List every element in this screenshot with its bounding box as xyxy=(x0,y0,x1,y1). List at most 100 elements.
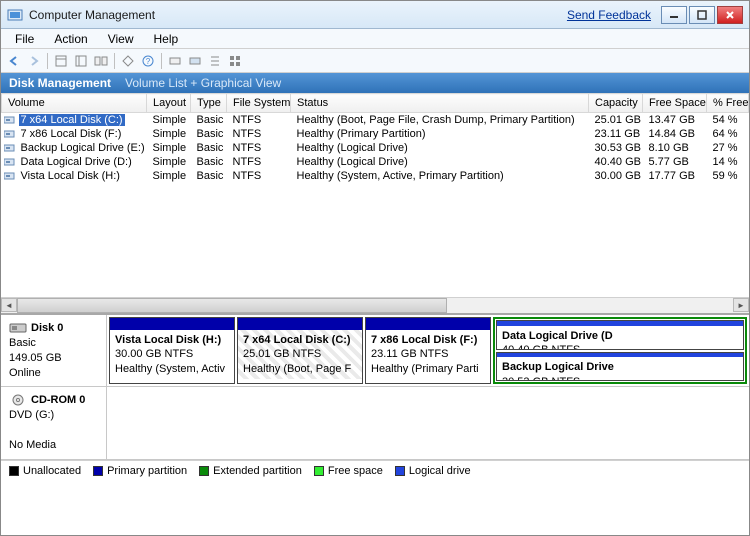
cell-capacity: 25.01 GB xyxy=(589,113,643,128)
cell-status: Healthy (Primary Partition) xyxy=(291,127,589,141)
cell-status: Healthy (Logical Drive) xyxy=(291,155,589,169)
window-title: Computer Management xyxy=(29,8,155,22)
extended-partition-group: Data Logical Drive (D40.40 GB NTFSHealth… xyxy=(493,317,747,384)
cell-layout: Simple xyxy=(147,113,191,128)
section-title: Disk Management xyxy=(9,76,111,90)
legend-item: Logical drive xyxy=(395,465,471,477)
section-header: Disk Management Volume List + Graphical … xyxy=(1,73,749,93)
legend-swatch xyxy=(314,466,324,476)
table-row[interactable]: Data Logical Drive (D:)SimpleBasicNTFSHe… xyxy=(2,155,749,169)
cell-status: Healthy (System, Active, Primary Partiti… xyxy=(291,169,589,183)
menu-view[interactable]: View xyxy=(98,30,144,48)
volume-name: Data Logical Drive (D:) xyxy=(19,156,134,168)
column-layout[interactable]: Layout xyxy=(147,94,191,113)
cell-type: Basic xyxy=(191,169,227,183)
partition[interactable]: Vista Local Disk (H:)30.00 GB NTFSHealth… xyxy=(109,317,235,384)
cell-free: 5.77 GB xyxy=(643,155,707,169)
menu-action[interactable]: Action xyxy=(44,30,97,48)
scroll-right-icon[interactable]: ► xyxy=(733,298,749,312)
partition-label: Vista Local Disk (H:) xyxy=(115,333,229,347)
cell-free: 8.10 GB xyxy=(643,141,707,155)
partition[interactable]: 7 x86 Local Disk (F:)23.11 GB NTFSHealth… xyxy=(365,317,491,384)
minimize-button[interactable] xyxy=(661,6,687,24)
partition-size: 25.01 GB NTFS xyxy=(243,347,357,361)
table-row[interactable]: Backup Logical Drive (E:)SimpleBasicNTFS… xyxy=(2,141,749,155)
menu-file[interactable]: File xyxy=(5,30,44,48)
disk-name: CD-ROM 0 xyxy=(31,394,85,406)
column-type[interactable]: Type xyxy=(191,94,227,113)
back-button[interactable] xyxy=(5,52,23,70)
tool-icon[interactable] xyxy=(226,52,244,70)
legend-swatch xyxy=(93,466,103,476)
cell-type: Basic xyxy=(191,141,227,155)
cell-layout: Simple xyxy=(147,141,191,155)
disk-state: No Media xyxy=(9,439,56,451)
column-volume[interactable]: Volume xyxy=(2,94,147,113)
disk-info[interactable]: CD-ROM 0 DVD (G:) No Media xyxy=(1,387,107,458)
cell-capacity: 30.53 GB xyxy=(589,141,643,155)
partition-label: Backup Logical Drive xyxy=(502,360,738,374)
partition-bar xyxy=(238,318,362,330)
cell-fs: NTFS xyxy=(227,155,291,169)
forward-button[interactable] xyxy=(25,52,43,70)
table-row[interactable]: 7 x64 Local Disk (C:)SimpleBasicNTFSHeal… xyxy=(2,113,749,128)
svg-text:?: ? xyxy=(146,57,151,66)
table-row[interactable]: 7 x86 Local Disk (F:)SimpleBasicNTFSHeal… xyxy=(2,127,749,141)
partition-status: Healthy (Primary Parti xyxy=(371,362,485,376)
partition[interactable]: Data Logical Drive (D40.40 GB NTFSHealth… xyxy=(496,320,744,350)
legend-swatch xyxy=(199,466,209,476)
legend-swatch xyxy=(395,466,405,476)
horizontal-scrollbar[interactable]: ◄ ► xyxy=(1,297,749,313)
close-button[interactable] xyxy=(717,6,743,24)
column-status[interactable]: Status xyxy=(291,94,589,113)
tool-icon[interactable] xyxy=(52,52,70,70)
partition[interactable]: Backup Logical Drive30.53 GB NTFSHealthy… xyxy=(496,352,744,382)
disk-type: Basic xyxy=(9,337,36,349)
cell-type: Basic xyxy=(191,127,227,141)
menu-help[interactable]: Help xyxy=(144,30,189,48)
cell-free: 13.47 GB xyxy=(643,113,707,128)
tool-icon[interactable] xyxy=(72,52,90,70)
column-pct[interactable]: % Free xyxy=(707,94,749,113)
partition-label: 7 x64 Local Disk (C:) xyxy=(243,333,357,347)
scroll-thumb[interactable] xyxy=(17,298,447,313)
column-free[interactable]: Free Space xyxy=(643,94,707,113)
scroll-left-icon[interactable]: ◄ xyxy=(1,298,17,312)
cell-capacity: 23.11 GB xyxy=(589,127,643,141)
menubar: File Action View Help xyxy=(1,29,749,49)
maximize-button[interactable] xyxy=(689,6,715,24)
partition[interactable]: 7 x64 Local Disk (C:)25.01 GB NTFSHealth… xyxy=(237,317,363,384)
cell-status: Healthy (Boot, Page File, Crash Dump, Pr… xyxy=(291,113,589,128)
send-feedback-link[interactable]: Send Feedback xyxy=(567,8,651,22)
tool-icon[interactable] xyxy=(92,52,110,70)
cell-pct: 64 % xyxy=(707,127,749,141)
partition-status: Healthy (System, Activ xyxy=(115,362,229,376)
volume-name: 7 x86 Local Disk (F:) xyxy=(19,128,124,140)
volume-icon xyxy=(4,171,16,181)
legend-item: Primary partition xyxy=(93,465,187,477)
column-capacity[interactable]: Capacity xyxy=(589,94,643,113)
table-row[interactable]: Vista Local Disk (H:)SimpleBasicNTFSHeal… xyxy=(2,169,749,183)
tool-icon[interactable] xyxy=(166,52,184,70)
help-icon[interactable]: ? xyxy=(139,52,157,70)
partition-label: Data Logical Drive (D xyxy=(502,329,738,343)
partition-bar xyxy=(110,318,234,330)
app-icon xyxy=(7,7,23,23)
tool-icon[interactable] xyxy=(119,52,137,70)
volume-list: Volume Layout Type File System Status Ca… xyxy=(1,93,749,313)
partition-bar xyxy=(366,318,490,330)
cell-layout: Simple xyxy=(147,127,191,141)
tool-icon[interactable] xyxy=(186,52,204,70)
disk-info[interactable]: Disk 0 Basic 149.05 GB Online xyxy=(1,315,107,386)
volume-name: Backup Logical Drive (E:) xyxy=(19,142,147,154)
cell-pct: 14 % xyxy=(707,155,749,169)
cell-capacity: 40.40 GB xyxy=(589,155,643,169)
column-fs[interactable]: File System xyxy=(227,94,291,113)
disk-row: Disk 0 Basic 149.05 GB Online Vista Loca… xyxy=(1,315,749,387)
tool-icon[interactable] xyxy=(206,52,224,70)
volume-icon xyxy=(4,115,16,125)
legend: Unallocated Primary partition Extended p… xyxy=(1,460,749,481)
partition-size: 23.11 GB NTFS xyxy=(371,347,485,361)
dvd-icon xyxy=(9,393,27,407)
titlebar: Computer Management Send Feedback xyxy=(1,1,749,29)
